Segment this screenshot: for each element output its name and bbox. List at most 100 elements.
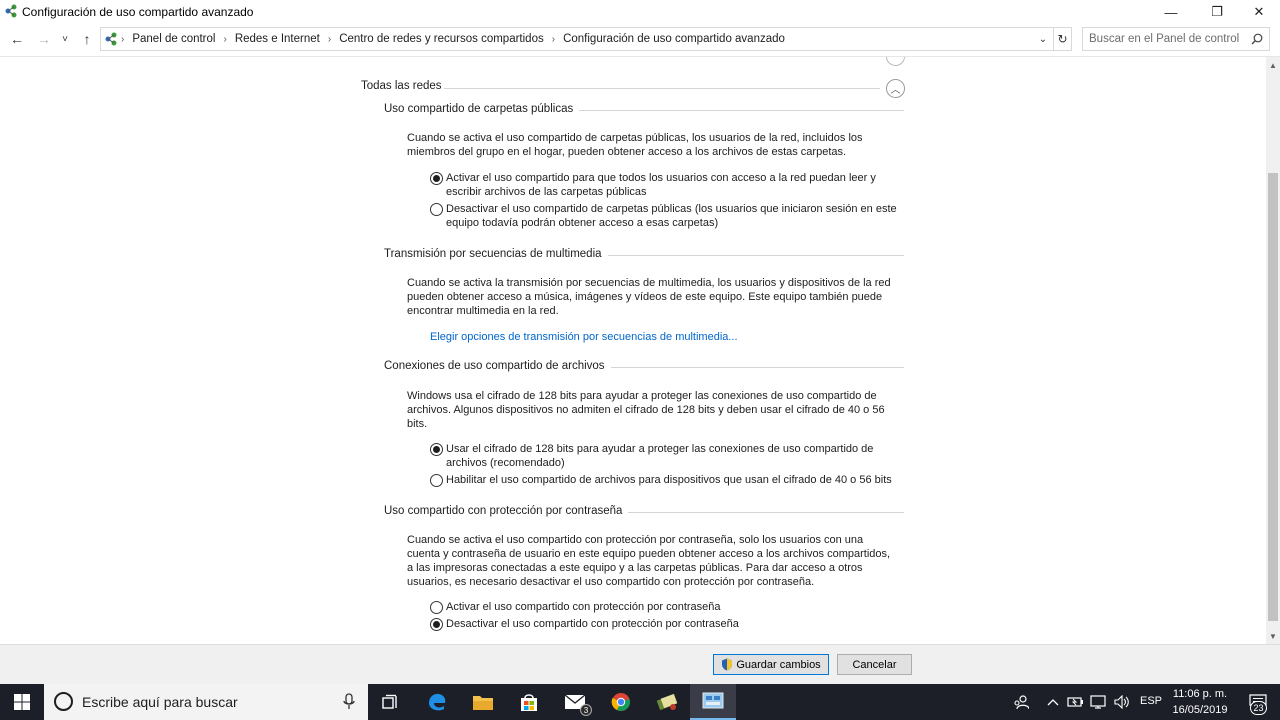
input-language-indicator[interactable]: ESP — [1140, 695, 1162, 707]
scroll-up-icon[interactable]: ▲ — [1266, 57, 1280, 73]
speaker-icon — [1114, 695, 1129, 709]
section-divider — [600, 367, 904, 368]
minimize-icon: — — [1164, 4, 1178, 20]
radio-option[interactable]: Desactivar el uso compartido con protecc… — [430, 617, 908, 631]
section-divider — [570, 110, 904, 111]
taskbar-search-input[interactable] — [82, 692, 332, 712]
clipped-expand-button[interactable] — [886, 57, 905, 66]
mail-unread-badge: 3 — [580, 704, 592, 716]
up-button[interactable]: ↑ — [77, 29, 97, 49]
section-title: Transmisión por secuencias de multimedia — [384, 248, 608, 260]
radio-option[interactable]: Usar el cifrado de 128 bits para ayudar … — [430, 442, 908, 470]
breadcrumb-separator[interactable]: › — [223, 34, 226, 45]
section-divider — [598, 255, 904, 256]
volume-button[interactable] — [1112, 684, 1132, 720]
people-button[interactable] — [1010, 684, 1032, 720]
notifications-count-badge: 23 — [1250, 701, 1267, 715]
radio-label[interactable]: Usar el cifrado de 128 bits para ayudar … — [446, 442, 908, 470]
clock-date: 16/05/2019 — [1172, 704, 1228, 716]
windows-logo-icon — [14, 694, 30, 710]
radio-option[interactable]: Activar el uso compartido para que todos… — [430, 171, 908, 199]
search-icon — [1251, 33, 1263, 45]
search-input[interactable] — [1083, 28, 1243, 50]
taskbar-app-edge[interactable] — [414, 684, 460, 720]
forward-button[interactable]: → — [34, 29, 54, 49]
save-changes-label: Guardar cambios — [736, 658, 821, 671]
close-button[interactable]: ✕ — [1236, 0, 1280, 24]
chrome-browser-icon — [611, 693, 630, 711]
taskbar-app-chrome[interactable] — [598, 684, 644, 720]
up-arrow-icon: ↑ — [83, 31, 91, 47]
radio-label[interactable]: Desactivar el uso compartido de carpetas… — [446, 202, 908, 230]
network-sharing-icon — [5, 4, 17, 18]
breadcrumb-item[interactable]: Redes e Internet — [235, 33, 320, 45]
file-explorer-icon — [473, 696, 493, 710]
recent-locations-button[interactable]: ˅ — [58, 29, 72, 49]
taskbar-search[interactable] — [44, 684, 368, 720]
breadcrumb-item[interactable]: Panel de control — [132, 33, 215, 45]
collapse-group-button[interactable]: ︿ — [886, 79, 905, 98]
radio-label[interactable]: Activar el uso compartido para que todos… — [446, 171, 908, 199]
control-panel-network-icon — [105, 32, 117, 46]
radio-option[interactable]: Desactivar el uso compartido de carpetas… — [430, 202, 908, 230]
vertical-scrollbar[interactable]: ▲ ▼ — [1266, 57, 1280, 644]
breadcrumb-separator[interactable]: › — [121, 34, 124, 45]
power-status-button[interactable] — [1066, 684, 1086, 720]
radio-button-selected[interactable] — [430, 172, 443, 185]
breadcrumb-item-current[interactable]: Configuración de uso compartido avanzado — [563, 33, 785, 45]
minimize-button[interactable]: — — [1148, 0, 1194, 24]
radio-button[interactable] — [430, 474, 443, 487]
network-status-button[interactable] — [1088, 684, 1110, 720]
address-bar[interactable]: › Panel de control › Redes e Internet › … — [100, 27, 1054, 51]
address-dropdown-button[interactable]: ⌄ — [1037, 32, 1049, 46]
start-button[interactable] — [0, 684, 44, 720]
group-title: Todas las redes — [361, 80, 442, 92]
section-divider — [622, 512, 904, 513]
settings-content: Todas las redes ︿ Uso compartido de carp… — [0, 57, 1266, 644]
taskbar-app-file-explorer[interactable] — [460, 684, 506, 720]
cancel-button[interactable]: Cancelar — [837, 654, 912, 675]
scroll-down-icon[interactable]: ▼ — [1266, 628, 1280, 644]
section-description: Cuando se activa el uso compartido con p… — [407, 534, 891, 588]
chevron-down-icon: ˅ — [62, 33, 68, 45]
breadcrumb-separator[interactable]: › — [552, 34, 555, 45]
back-button[interactable]: ← — [7, 29, 27, 49]
radio-button-selected[interactable] — [430, 443, 443, 456]
radio-button[interactable] — [430, 203, 443, 216]
radio-label[interactable]: Desactivar el uso compartido con protecc… — [446, 617, 739, 631]
radio-button-selected[interactable] — [430, 618, 443, 631]
restore-icon: ❐ — [1211, 4, 1223, 19]
taskbar-app-store[interactable] — [506, 684, 552, 720]
radio-option[interactable]: Habilitar el uso compartido de archivos … — [430, 473, 908, 487]
store-bag-icon — [521, 694, 537, 711]
section-description: Windows usa el cifrado de 128 bits para … — [407, 390, 885, 430]
save-changes-button[interactable]: Guardar cambios — [713, 654, 829, 675]
scrollbar-thumb[interactable] — [1268, 173, 1278, 621]
radio-option[interactable]: Activar el uso compartido con protección… — [430, 600, 908, 614]
radio-button[interactable] — [430, 601, 443, 614]
restore-button[interactable]: ❐ — [1194, 0, 1240, 24]
radio-label[interactable]: Habilitar el uso compartido de archivos … — [446, 473, 892, 487]
group-divider — [444, 88, 880, 89]
cortana-icon — [54, 692, 73, 711]
section-title: Uso compartido con protección por contra… — [384, 505, 629, 517]
taskbar-clock[interactable]: 11:06 p. m. 16/05/2019 — [1168, 686, 1232, 718]
media-streaming-options-link[interactable]: Elegir opciones de transmisión por secue… — [430, 331, 738, 343]
radio-label[interactable]: Activar el uso compartido con protección… — [446, 600, 721, 614]
taskbar-app-mail[interactable]: 3 — [552, 684, 598, 720]
section-description: Cuando se activa el uso compartido de ca… — [407, 132, 863, 158]
forward-arrow-icon: → — [37, 31, 51, 47]
refresh-button[interactable]: ↻ — [1054, 27, 1072, 51]
breadcrumb-separator[interactable]: › — [328, 34, 331, 45]
show-hidden-icons-button[interactable] — [1044, 684, 1062, 720]
clock-time: 11:06 p. m. — [1172, 688, 1228, 700]
section-title: Conexiones de uso compartido de archivos — [384, 360, 611, 372]
breadcrumb-item[interactable]: Centro de redes y recursos compartidos — [339, 33, 544, 45]
refresh-icon: ↻ — [1057, 32, 1068, 46]
microphone-icon[interactable] — [342, 693, 356, 711]
network-tool-icon — [656, 693, 678, 711]
taskbar-app-control-panel[interactable] — [690, 684, 736, 720]
taskbar-app-network-tool[interactable] — [644, 684, 690, 720]
task-view-button[interactable] — [368, 684, 414, 720]
search-box[interactable] — [1082, 27, 1270, 51]
